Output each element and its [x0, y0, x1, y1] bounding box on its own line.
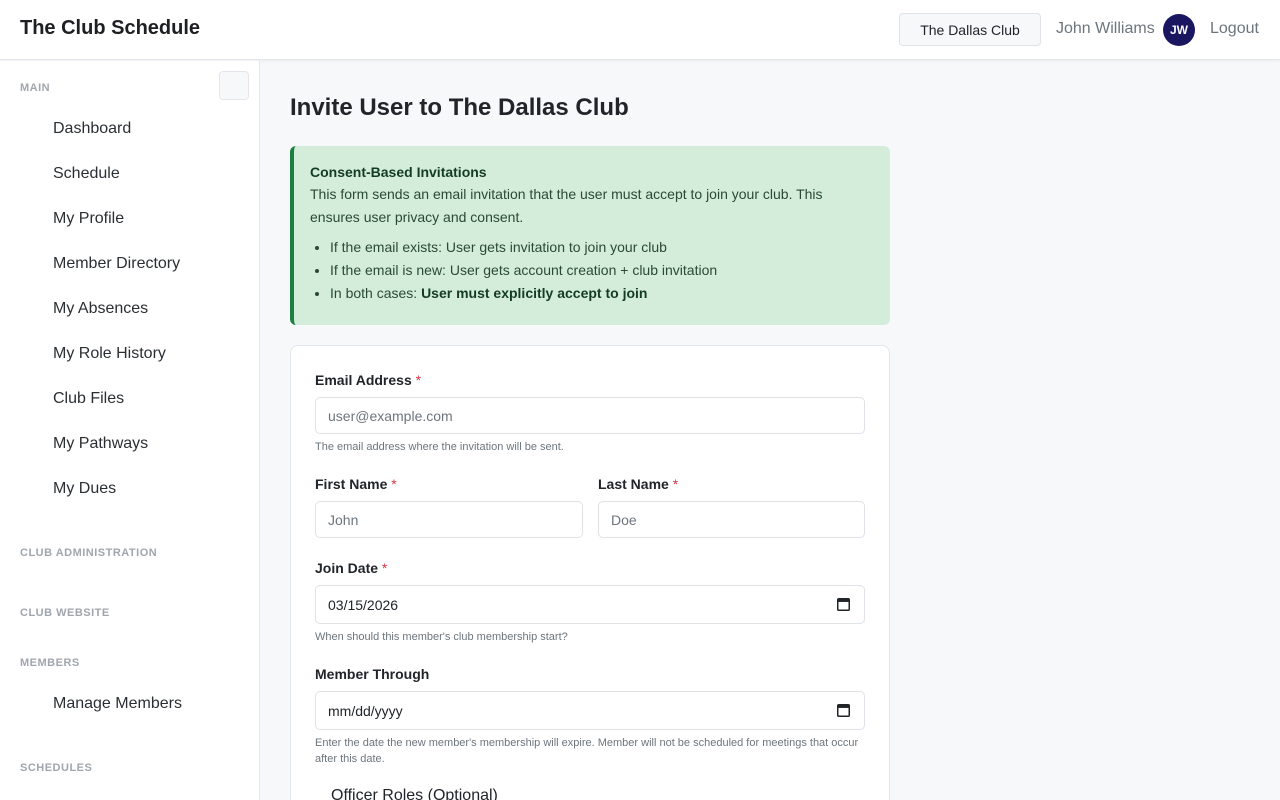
- user-name[interactable]: John Williams: [1056, 20, 1155, 38]
- required-mark: *: [391, 476, 397, 492]
- join-date-label-text: Join Date: [315, 560, 379, 576]
- sidebar-section-schedules[interactable]: SCHEDULES: [20, 762, 92, 774]
- sidebar-item-club-files[interactable]: Club Files: [53, 390, 124, 408]
- member-through-field[interactable]: mm/dd/yyyy: [315, 691, 865, 730]
- alert-bullet-prefix: In both cases:: [330, 285, 422, 301]
- join-date-label: Join Date *: [315, 560, 387, 576]
- avatar[interactable]: JW: [1163, 14, 1195, 46]
- alert-bullet: If the email exists: User gets invitatio…: [330, 236, 874, 259]
- sidebar-item-my-role-history[interactable]: My Role History: [53, 345, 166, 363]
- sidebar-item-dashboard[interactable]: Dashboard: [53, 120, 131, 138]
- sidebar-section-club-website[interactable]: CLUB WEBSITE: [20, 607, 110, 619]
- first-name-field[interactable]: John: [315, 501, 583, 538]
- last-name-label-text: Last Name: [598, 476, 669, 492]
- sidebar-section-club-administration[interactable]: CLUB ADMINISTRATION: [20, 547, 157, 559]
- first-name-label-text: First Name: [315, 476, 388, 492]
- member-through-label: Member Through: [315, 666, 430, 682]
- top-navbar: The Club Schedule The Dallas Club John W…: [0, 0, 1280, 60]
- officer-roles-legend: Officer Roles (Optional): [331, 787, 498, 800]
- email-field[interactable]: user@example.com: [315, 397, 865, 434]
- email-label-text: Email Address: [315, 372, 412, 388]
- club-selector-button[interactable]: The Dallas Club: [899, 13, 1041, 46]
- sidebar-item-schedule[interactable]: Schedule: [53, 165, 120, 183]
- alert-bullet-emphasis: User must explicitly accept to join: [421, 285, 648, 301]
- sidebar-item-my-pathways[interactable]: My Pathways: [53, 435, 148, 453]
- alert-title: Consent-Based Invitations: [310, 164, 487, 180]
- sidebar-section-members[interactable]: MEMBERS: [20, 657, 80, 669]
- last-name-placeholder: Doe: [611, 511, 637, 528]
- calendar-icon[interactable]: [837, 703, 850, 717]
- sidebar-item-my-absences[interactable]: My Absences: [53, 300, 148, 318]
- sidebar-item-my-dues[interactable]: My Dues: [53, 480, 116, 498]
- sidebar: MAIN Dashboard Schedule My Profile Membe…: [0, 61, 260, 800]
- alert-bullet: In both cases: User must explicitly acce…: [330, 282, 874, 305]
- member-through-help-text: Enter the date the new member's membersh…: [315, 737, 859, 765]
- required-mark: *: [381, 560, 388, 576]
- calendar-icon[interactable]: [837, 597, 850, 611]
- first-name-label: First Name *: [315, 476, 397, 492]
- required-mark: *: [415, 372, 422, 388]
- last-name-label: Last Name *: [598, 476, 678, 492]
- required-mark: *: [672, 476, 679, 492]
- join-date-field[interactable]: 03/15/2026: [315, 585, 865, 624]
- email-placeholder: user@example.com: [328, 407, 453, 424]
- sidebar-item-manage-members[interactable]: Manage Members: [53, 695, 182, 713]
- sidebar-item-my-profile[interactable]: My Profile: [53, 210, 124, 228]
- sidebar-item-member-directory[interactable]: Member Directory: [53, 255, 180, 273]
- consent-info-alert: Consent-Based Invitations This form send…: [290, 146, 890, 325]
- member-through-placeholder: mm/dd/yyyy: [328, 702, 403, 719]
- first-name-placeholder: John: [328, 511, 359, 528]
- app-brand[interactable]: The Club Schedule: [20, 17, 200, 40]
- page-title: Invite User to The Dallas Club: [290, 94, 629, 121]
- sidebar-collapse-button[interactable]: [219, 71, 249, 100]
- email-label: Email Address *: [315, 372, 421, 388]
- logout-link[interactable]: Logout: [1210, 20, 1259, 38]
- email-help-text: The email address where the invitation w…: [315, 441, 564, 453]
- alert-bullet: If the email is new: User gets account c…: [330, 259, 874, 282]
- join-date-value: 03/15/2026: [328, 596, 399, 613]
- sidebar-section-main: MAIN: [20, 82, 51, 94]
- alert-bullet-list: If the email exists: User gets invitatio…: [310, 236, 874, 305]
- last-name-field[interactable]: Doe: [598, 501, 865, 538]
- join-date-help-text: When should this member's club membershi…: [315, 631, 568, 643]
- alert-text: This form sends an email invitation that…: [310, 186, 823, 225]
